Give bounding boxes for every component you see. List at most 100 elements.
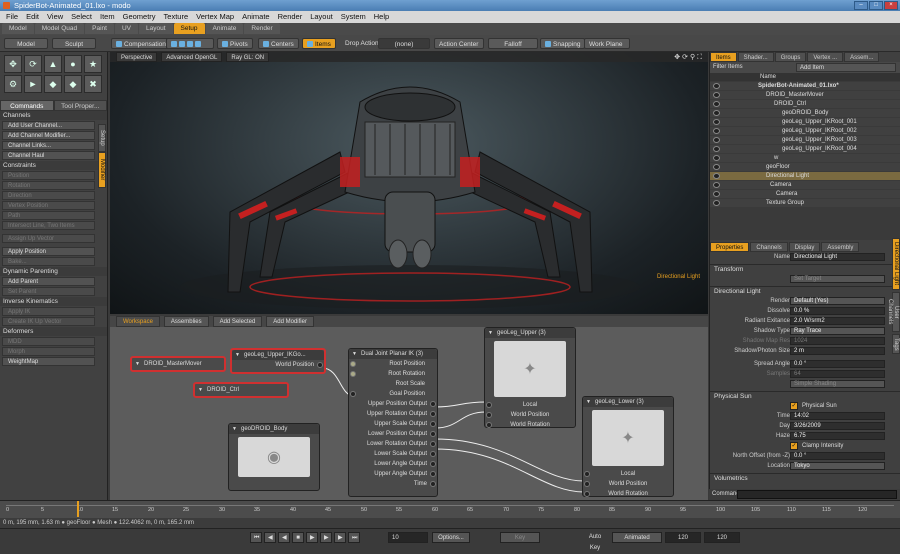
- port-world-position[interactable]: World Position: [583, 479, 673, 489]
- move-tool-icon[interactable]: ✥: [4, 55, 22, 73]
- add-parent-button[interactable]: Add Parent: [2, 277, 95, 286]
- tree-item-master-mover[interactable]: DROID_MasterMover: [710, 91, 900, 100]
- tab-layout[interactable]: Layout: [139, 23, 173, 34]
- shading-select[interactable]: Advanced OpenGL: [161, 52, 223, 62]
- menu-layout[interactable]: Layout: [306, 11, 337, 23]
- bake-button[interactable]: Bake...: [2, 257, 95, 266]
- channel-haul-button[interactable]: Channel Haul: [2, 151, 95, 160]
- port-dot[interactable]: [584, 471, 590, 477]
- weightmap-button[interactable]: WeightMap: [2, 357, 95, 366]
- tab-assembly-props[interactable]: Assembly: [821, 242, 860, 252]
- constraint-intersect-button[interactable]: Intersect Line, Two Items: [2, 221, 95, 230]
- action-center-button[interactable]: Action Center: [434, 38, 484, 49]
- visibility-eye-icon[interactable]: [713, 155, 720, 161]
- tab-model-quad[interactable]: Model Quad: [34, 23, 85, 34]
- minimize-button[interactable]: –: [854, 1, 868, 10]
- port-dot[interactable]: [430, 451, 436, 457]
- assign-up-vector-button[interactable]: Assign Up Vector: [2, 234, 95, 243]
- port-root-rotation[interactable]: Root Rotation: [349, 369, 437, 379]
- visibility-eye-icon[interactable]: [713, 164, 720, 170]
- locator-tool-icon[interactable]: ◆: [64, 75, 82, 93]
- port-upper-angle-output[interactable]: Upper Angle Output: [349, 469, 437, 479]
- morph-button[interactable]: Morph: [2, 347, 95, 356]
- channel-links-button[interactable]: Channel Links...: [2, 141, 95, 150]
- port-dot[interactable]: [486, 412, 492, 418]
- go-end-icon[interactable]: ⏭: [348, 532, 360, 543]
- day-field[interactable]: 3/26/2009: [790, 422, 885, 430]
- constraint-rotation-button[interactable]: Rotation: [2, 181, 95, 190]
- port-world-rotation[interactable]: World Rotation: [485, 420, 575, 430]
- port-dot[interactable]: [350, 371, 356, 377]
- menu-geometry[interactable]: Geometry: [119, 11, 160, 23]
- start-frame-field[interactable]: 120: [665, 532, 701, 543]
- command-input[interactable]: [737, 490, 897, 499]
- prev-key-icon[interactable]: ◀: [264, 532, 276, 543]
- clamp-intensity-checkbox[interactable]: ✓: [790, 442, 798, 450]
- tree-item-droid-ctrl[interactable]: DROID_Ctrl: [710, 100, 900, 109]
- light-tool-icon[interactable]: ●: [64, 55, 82, 73]
- pose-tool-icon[interactable]: ✖: [84, 75, 102, 93]
- visibility-eye-icon[interactable]: [713, 110, 720, 116]
- model-button[interactable]: Model: [4, 38, 48, 49]
- transform-tool-icon[interactable]: ★: [84, 55, 102, 73]
- constraint-vertex-position-button[interactable]: Vertex Position: [2, 201, 95, 210]
- set-target-button[interactable]: Set Target: [790, 275, 885, 283]
- port-local[interactable]: Local: [583, 469, 673, 479]
- tree-item-ikroot-001[interactable]: geoLeg_Upper_IKRoot_001: [710, 118, 900, 127]
- menu-view[interactable]: View: [43, 11, 67, 23]
- port-local[interactable]: Local: [485, 400, 575, 410]
- samples-field[interactable]: 64: [790, 370, 885, 378]
- port-dot[interactable]: [350, 391, 356, 397]
- name-column-header[interactable]: Name: [710, 73, 900, 82]
- visibility-eye-icon[interactable]: [713, 182, 720, 188]
- port-dot[interactable]: [584, 481, 590, 487]
- dynamic-parenting-section[interactable]: Dynamic Parenting: [0, 267, 107, 276]
- north-offset-field[interactable]: 0.0 °: [790, 452, 885, 460]
- options-button[interactable]: Options...: [432, 532, 470, 543]
- maximize-button[interactable]: □: [869, 1, 883, 10]
- port-dot[interactable]: [486, 422, 492, 428]
- snapping-button[interactable]: Snapping: [540, 38, 586, 49]
- port-dot[interactable]: [430, 471, 436, 477]
- tree-item-ikroot-004[interactable]: geoLeg_Upper_IKRoot_004: [710, 145, 900, 154]
- falloff-button[interactable]: Falloff: [488, 38, 538, 49]
- constraint-path-button[interactable]: Path: [2, 211, 95, 220]
- time-field[interactable]: 14:02: [790, 412, 885, 420]
- side-tab-user-channels[interactable]: User Channels: [887, 292, 900, 332]
- animated-select[interactable]: Animated: [612, 532, 662, 543]
- add-channel-modifier-button[interactable]: Add Channel Modifier...: [2, 131, 95, 140]
- prev-frame-icon[interactable]: ◀: [278, 532, 290, 543]
- name-field[interactable]: Directional Light: [790, 253, 885, 261]
- schematic-view[interactable]: Workspace Assemblies Add Selected Add Mo…: [110, 316, 708, 500]
- joint-tool-icon[interactable]: ⚙: [4, 75, 22, 93]
- view-type-select[interactable]: Perspective: [116, 52, 158, 62]
- port-time[interactable]: Time: [349, 479, 437, 489]
- menu-vertex-map[interactable]: Vertex Map: [192, 11, 238, 23]
- next-frame-icon[interactable]: ▶: [320, 532, 332, 543]
- sculpt-button[interactable]: Sculpt: [52, 38, 96, 49]
- constraint-direction-button[interactable]: Direction: [2, 191, 95, 200]
- tab-channels[interactable]: Channels: [750, 242, 788, 252]
- tab-properties[interactable]: Properties: [710, 242, 750, 252]
- port-world-rotation[interactable]: World Rotation: [583, 489, 673, 499]
- tree-item-directional-light[interactable]: Directional Light: [710, 172, 900, 181]
- port-lower-scale-output[interactable]: Lower Scale Output: [349, 449, 437, 459]
- inverse-kinematics-section[interactable]: Inverse Kinematics: [0, 297, 107, 306]
- deformers-section[interactable]: Deformers: [0, 327, 107, 336]
- port-dot[interactable]: [430, 481, 436, 487]
- node-dual-joint-ik[interactable]: Dual Joint Planar IK (3) Root Position R…: [348, 348, 438, 497]
- shadow-size-field[interactable]: 2 m: [790, 347, 885, 355]
- key-button[interactable]: Key: [500, 532, 540, 543]
- menu-render[interactable]: Render: [274, 11, 307, 23]
- current-frame-field[interactable]: 10: [388, 532, 428, 543]
- tree-item-camera-2[interactable]: Camera: [710, 190, 900, 199]
- visibility-eye-icon[interactable]: [713, 128, 720, 134]
- constraint-position-button[interactable]: Position: [2, 171, 95, 180]
- visibility-eye-icon[interactable]: [713, 137, 720, 143]
- menu-help[interactable]: Help: [370, 11, 393, 23]
- create-ik-up-vector-button[interactable]: Create IK Up Vector: [2, 317, 95, 326]
- side-tab-directional-light[interactable]: Directional Light: [892, 238, 900, 290]
- menu-edit[interactable]: Edit: [22, 11, 43, 23]
- node-leg-lower[interactable]: geoLeg_Lower (3) ✦ Local World Position …: [582, 396, 674, 497]
- menu-item[interactable]: Item: [96, 11, 119, 23]
